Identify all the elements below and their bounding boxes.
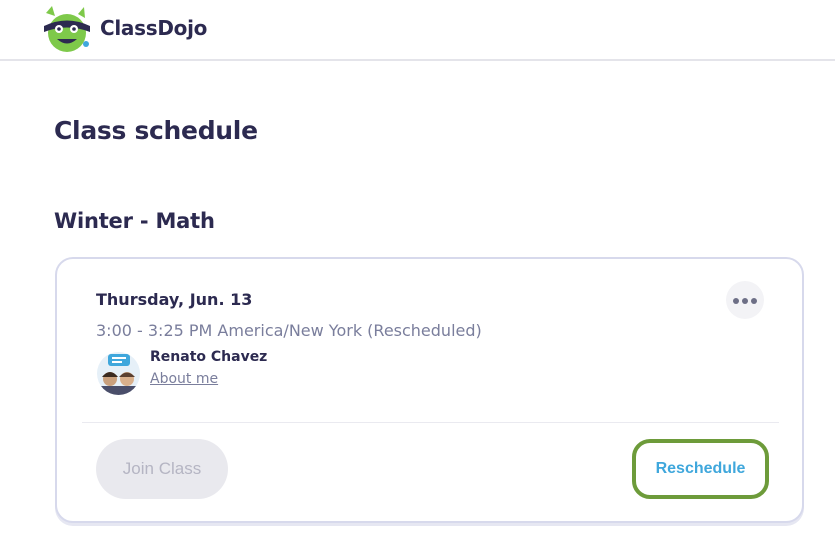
classdojo-logo-icon[interactable] bbox=[40, 4, 94, 54]
more-horizontal-icon-dot bbox=[733, 298, 739, 304]
session-time: 3:00 - 3:25 PM America/New York (Resched… bbox=[96, 321, 482, 340]
session-card: Thursday, Jun. 13 3:00 - 3:25 PM America… bbox=[55, 257, 804, 523]
more-horizontal-icon-dot bbox=[751, 298, 757, 304]
join-class-button[interactable]: Join Class bbox=[96, 439, 228, 499]
about-me-link[interactable]: About me bbox=[150, 371, 218, 387]
reschedule-button[interactable]: Reschedule bbox=[632, 439, 769, 499]
more-horizontal-icon-dot bbox=[742, 298, 748, 304]
more-options-button[interactable] bbox=[726, 281, 764, 319]
top-bar: ClassDojo bbox=[0, 0, 835, 61]
session-date: Thursday, Jun. 13 bbox=[96, 290, 253, 309]
divider bbox=[82, 422, 779, 423]
brand-name: ClassDojo bbox=[100, 16, 208, 40]
teacher-avatar[interactable] bbox=[97, 352, 140, 395]
page-title: Class schedule bbox=[54, 116, 258, 145]
teacher-name: Renato Chavez bbox=[150, 349, 268, 365]
class-name-heading: Winter - Math bbox=[54, 209, 215, 233]
